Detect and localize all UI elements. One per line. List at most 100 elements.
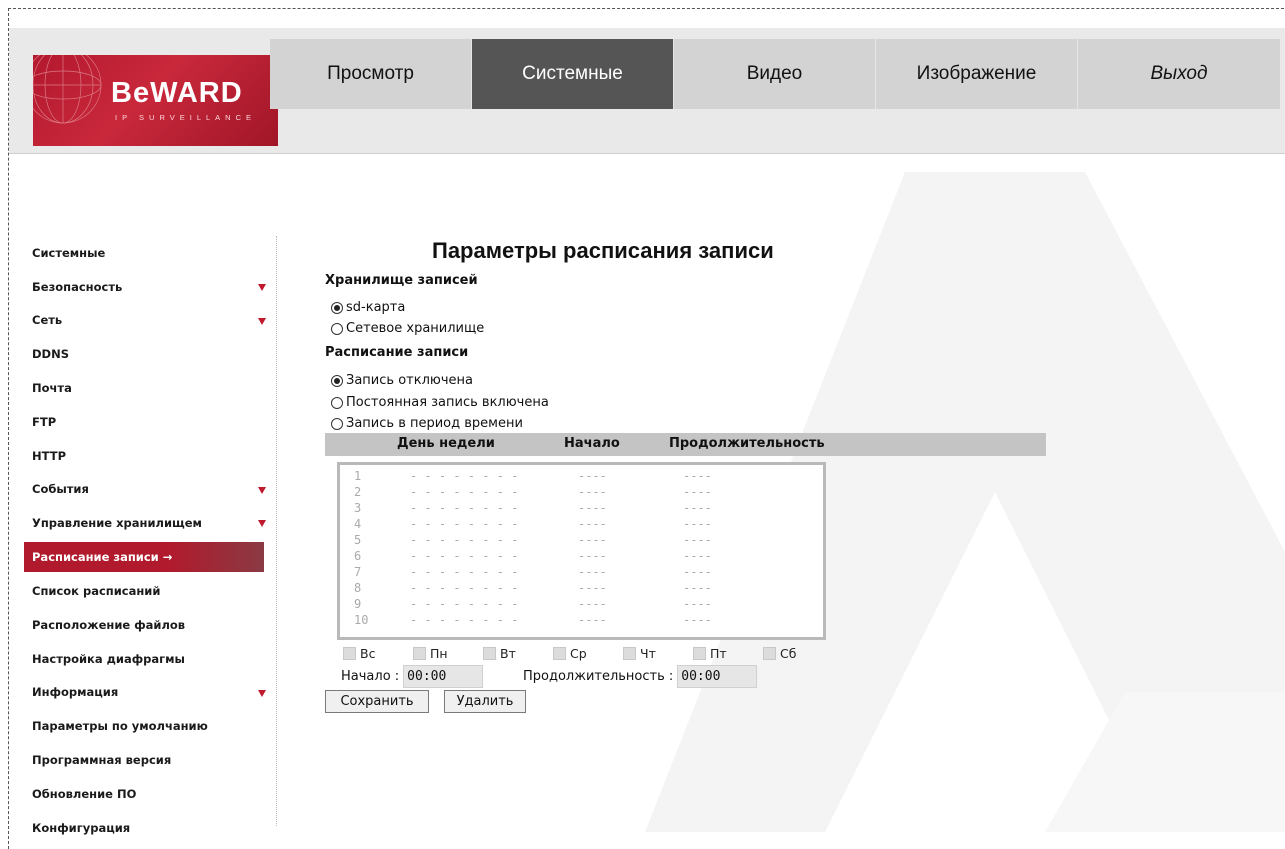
schedule-table-header: День недели Начало Продолжительность (325, 433, 1046, 456)
sidebar-item-record-schedule[interactable]: Расписание записи → (24, 542, 264, 573)
sidebar-item-file-location[interactable]: Расположение файлов (24, 608, 276, 642)
radio-network-storage[interactable]: Сетевое хранилище (331, 321, 484, 336)
sidebar-item-label: Почта (32, 381, 72, 396)
tab-image[interactable]: Изображение (876, 39, 1078, 109)
checkbox[interactable] (413, 647, 426, 660)
sidebar-item-security[interactable]: Безопасность (24, 270, 276, 304)
radio-button[interactable] (331, 322, 343, 335)
checkbox[interactable] (553, 647, 566, 660)
row-duration: ---- (683, 565, 712, 579)
day-label: Вт (500, 646, 516, 661)
radio-label: Постоянная запись включена (346, 395, 549, 410)
sidebar-item-defaults[interactable]: Параметры по умолчанию (24, 709, 276, 743)
checkbox[interactable] (693, 647, 706, 660)
sidebar-item-label: DDNS (32, 347, 69, 362)
sidebar-item-info[interactable]: Информация (24, 676, 276, 710)
day-tue[interactable]: Вт (483, 646, 553, 661)
sidebar-item-update[interactable]: Обновление ПО (24, 777, 276, 811)
row-number: 1 (354, 469, 362, 483)
sidebar-item-ddns[interactable]: DDNS (24, 337, 276, 371)
sidebar-item-label: HTTP (32, 448, 67, 463)
radio-sd-card[interactable]: sd-карта (331, 300, 405, 315)
sidebar-item-configuration[interactable]: Конфигурация (24, 811, 276, 845)
sidebar-item-network[interactable]: Сеть (24, 304, 276, 338)
start-time-input[interactable] (403, 665, 484, 688)
day-label: Пн (430, 646, 448, 661)
row-start: ---- (578, 501, 607, 515)
radio-time-period[interactable]: Запись в период времени (331, 416, 523, 431)
sidebar-item-system[interactable]: Системные (24, 236, 276, 270)
radio-button[interactable] (331, 417, 343, 430)
expand-arrow-icon (258, 317, 266, 325)
sidebar-item-events[interactable]: События (24, 473, 276, 507)
radio-button[interactable] (331, 374, 343, 387)
row-duration: ---- (683, 533, 712, 547)
expand-arrow-icon (258, 486, 266, 494)
row-duration: ---- (683, 597, 712, 611)
list-item[interactable]: 9 - - - - - - - - ---- ---- (340, 597, 823, 613)
radio-button[interactable] (331, 301, 343, 314)
sidebar-item-label: FTP (32, 414, 57, 429)
list-item[interactable]: 7 - - - - - - - - ---- ---- (340, 565, 823, 581)
checkbox[interactable] (623, 647, 636, 660)
sidebar-item-iris-settings[interactable]: Настройка диафрагмы (24, 642, 276, 676)
sidebar-item-mail[interactable]: Почта (24, 371, 276, 405)
day-thu[interactable]: Чт (623, 646, 693, 661)
sidebar-item-label: События (32, 482, 89, 497)
duration-input[interactable] (677, 665, 758, 688)
list-item[interactable]: 8 - - - - - - - - ---- ---- (340, 581, 823, 597)
checkbox[interactable] (343, 647, 356, 660)
sidebar-item-label: Информация (32, 685, 119, 700)
row-days: - - - - - - - - (410, 613, 519, 627)
day-fri[interactable]: Пт (693, 646, 763, 661)
sidebar-item-firmware-version[interactable]: Программная версия (24, 743, 276, 777)
row-days: - - - - - - - - (410, 565, 519, 579)
day-label: Пт (710, 646, 727, 661)
delete-button[interactable]: Удалить (444, 690, 526, 713)
radio-continuous[interactable]: Постоянная запись включена (331, 395, 549, 410)
list-item[interactable]: 1 - - - - - - - - ---- ---- (340, 469, 823, 485)
row-days: - - - - - - - - (410, 597, 519, 611)
start-time-group: Начало : (341, 665, 484, 688)
sidebar-item-label: Обновление ПО (32, 786, 137, 801)
list-item[interactable]: 2 - - - - - - - - ---- ---- (340, 485, 823, 501)
row-start: ---- (578, 517, 607, 531)
sidebar-item-label: Параметры по умолчанию (32, 719, 208, 734)
sidebar-item-http[interactable]: HTTP (24, 439, 276, 473)
list-item[interactable]: 10 - - - - - - - - ---- ---- (340, 613, 823, 629)
radio-button[interactable] (331, 396, 343, 409)
sidebar-item-label: Сеть (32, 313, 63, 328)
tab-system[interactable]: Системные (472, 39, 674, 109)
column-header-duration: Продолжительность (669, 436, 825, 451)
day-mon[interactable]: Пн (413, 646, 483, 661)
row-number: 3 (354, 501, 362, 515)
tab-view[interactable]: Просмотр (270, 39, 472, 109)
row-days: - - - - - - - - (410, 501, 519, 515)
row-number: 2 (354, 485, 362, 499)
list-item[interactable]: 4 - - - - - - - - ---- ---- (340, 517, 823, 533)
row-start: ---- (578, 533, 607, 547)
radio-recording-off[interactable]: Запись отключена (331, 373, 473, 388)
tab-video[interactable]: Видео (674, 39, 876, 109)
sidebar-item-storage-management[interactable]: Управление хранилищем (24, 506, 276, 540)
logo-tagline: IP SURVEILLANCE (115, 113, 257, 122)
schedule-listbox[interactable]: 1 - - - - - - - - ---- ---- 2 - - - - - - - … (337, 462, 826, 640)
checkbox[interactable] (763, 647, 776, 660)
sidebar-item-schedule-list[interactable]: Список расписаний (24, 574, 276, 608)
header-bar: BeWARD IP SURVEILLANCE Просмотр Системны… (9, 28, 1285, 154)
save-button[interactable]: Сохранить (325, 690, 429, 713)
row-number: 7 (354, 565, 362, 579)
list-item[interactable]: 5 - - - - - - - - ---- ---- (340, 533, 823, 549)
day-sat[interactable]: Сб (763, 646, 833, 661)
checkbox[interactable] (483, 647, 496, 660)
row-days: - - - - - - - - (410, 517, 519, 531)
sidebar-item-ftp[interactable]: FTP (24, 405, 276, 439)
day-sun[interactable]: Вс (343, 646, 413, 661)
day-wed[interactable]: Ср (553, 646, 623, 661)
list-item[interactable]: 3 - - - - - - - - ---- ---- (340, 501, 823, 517)
list-item[interactable]: 6 - - - - - - - - ---- ---- (340, 549, 823, 565)
page-title: Параметры расписания записи (432, 238, 774, 263)
tab-logout[interactable]: Выход (1078, 39, 1280, 109)
sidebar-item-label: Программная версия (32, 753, 172, 768)
sidebar-item-label: Список расписаний (32, 584, 161, 599)
